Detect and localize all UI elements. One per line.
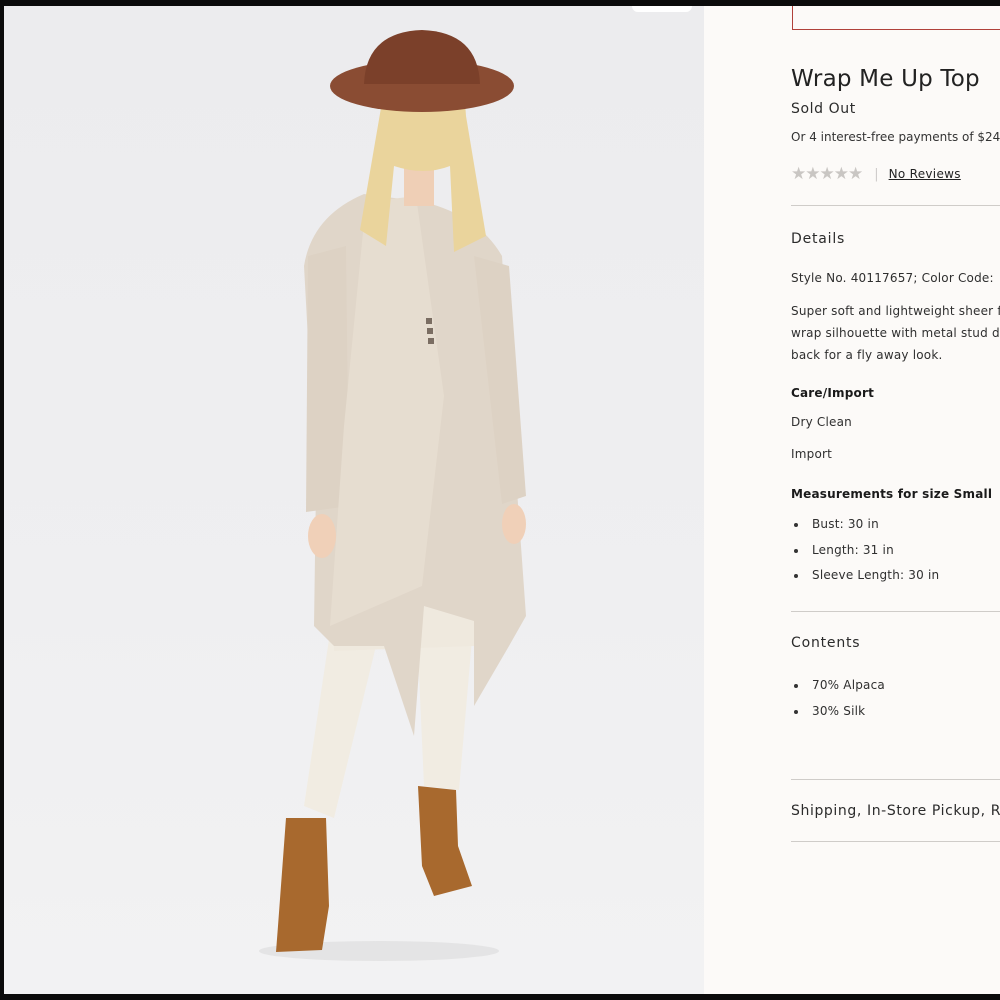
description-line: wrap silhouette with metal stud d [791,326,1000,340]
list-item: 30% Silk [791,704,885,730]
divider [791,611,1000,612]
product-detail-panel: Wrap Me Up Top Sold Out Or 4 interest-fr… [704,6,1000,994]
list-item: Bust: 30 in [791,517,939,543]
description-line: back for a fly away look. [791,348,943,362]
care-item: Import [791,447,833,461]
details-heading[interactable]: Details [791,231,845,247]
list-item: Sleeve Length: 30 in [791,568,939,594]
installment-payments-text: Or 4 interest-free payments of $24 [791,130,1000,144]
rating-divider: | [874,166,879,182]
divider [791,205,1000,206]
star-rating-icon: ★★★★★ [791,164,863,184]
care-import-heading: Care/Import [791,386,875,400]
product-title: Wrap Me Up Top [791,66,980,92]
description-line: Super soft and lightweight sheer f [791,304,1000,318]
care-item: Dry Clean [791,415,852,429]
availability-status: Sold Out [791,101,856,117]
contents-heading[interactable]: Contents [791,635,860,651]
reviews-link[interactable]: No Reviews [889,167,961,181]
style-number: Style No. 40117657; Color Code: [791,271,994,285]
divider [791,841,1000,842]
screen-frame: Wrap Me Up Top Sold Out Or 4 interest-fr… [0,0,1000,1000]
measurements-list: Bust: 30 in Length: 31 in Sleeve Length:… [791,517,939,594]
rating-row: ★★★★★ | No Reviews [791,164,961,184]
list-item: 70% Alpaca [791,678,885,704]
list-item: Length: 31 in [791,543,939,569]
shipping-pickup-returns-heading[interactable]: Shipping, In-Store Pickup, Re [791,803,1000,819]
product-image[interactable] [4,6,704,994]
add-to-bag-button[interactable] [792,6,1000,30]
divider [791,779,1000,780]
model-illustration [259,30,526,961]
measurements-heading: Measurements for size Small [791,487,993,501]
contents-list: 70% Alpaca 30% Silk [791,678,885,729]
product-description: Super soft and lightweight sheer f wrap … [791,300,1000,366]
